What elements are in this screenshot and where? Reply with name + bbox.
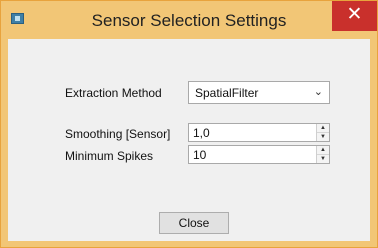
close-button[interactable]: Close xyxy=(159,212,229,234)
extraction-method-dropdown[interactable]: SpatialFilter ⌄ xyxy=(188,81,330,104)
smoothing-spinbox[interactable]: 1,0 ▲ ▼ xyxy=(188,123,330,142)
extraction-method-value: SpatialFilter xyxy=(195,86,259,100)
smoothing-label: Smoothing [Sensor] xyxy=(65,127,171,141)
minimum-spikes-spin-buttons: ▲ ▼ xyxy=(316,146,329,163)
chevron-down-icon: ⌄ xyxy=(313,86,323,98)
close-window-button[interactable]: ✕ xyxy=(332,1,377,31)
smoothing-value: 1,0 xyxy=(193,126,210,140)
spin-down-icon[interactable]: ▼ xyxy=(317,155,329,163)
dialog-body: Extraction Method SpatialFilter ⌄ Smooth… xyxy=(8,39,370,241)
window-title: Sensor Selection Settings xyxy=(91,11,287,30)
extraction-method-label: Extraction Method xyxy=(65,86,162,100)
minimum-spikes-value: 10 xyxy=(193,148,207,162)
dialog-window: Sensor Selection Settings ✕ Extraction M… xyxy=(0,0,378,248)
spin-up-icon[interactable]: ▲ xyxy=(317,146,329,155)
spin-up-icon[interactable]: ▲ xyxy=(317,124,329,133)
title-bar[interactable]: Sensor Selection Settings ✕ xyxy=(1,1,377,39)
smoothing-spin-buttons: ▲ ▼ xyxy=(316,124,329,141)
minimum-spikes-label: Minimum Spikes xyxy=(65,149,154,163)
minimum-spikes-spinbox[interactable]: 10 ▲ ▼ xyxy=(188,145,330,164)
spin-down-icon[interactable]: ▼ xyxy=(317,133,329,141)
